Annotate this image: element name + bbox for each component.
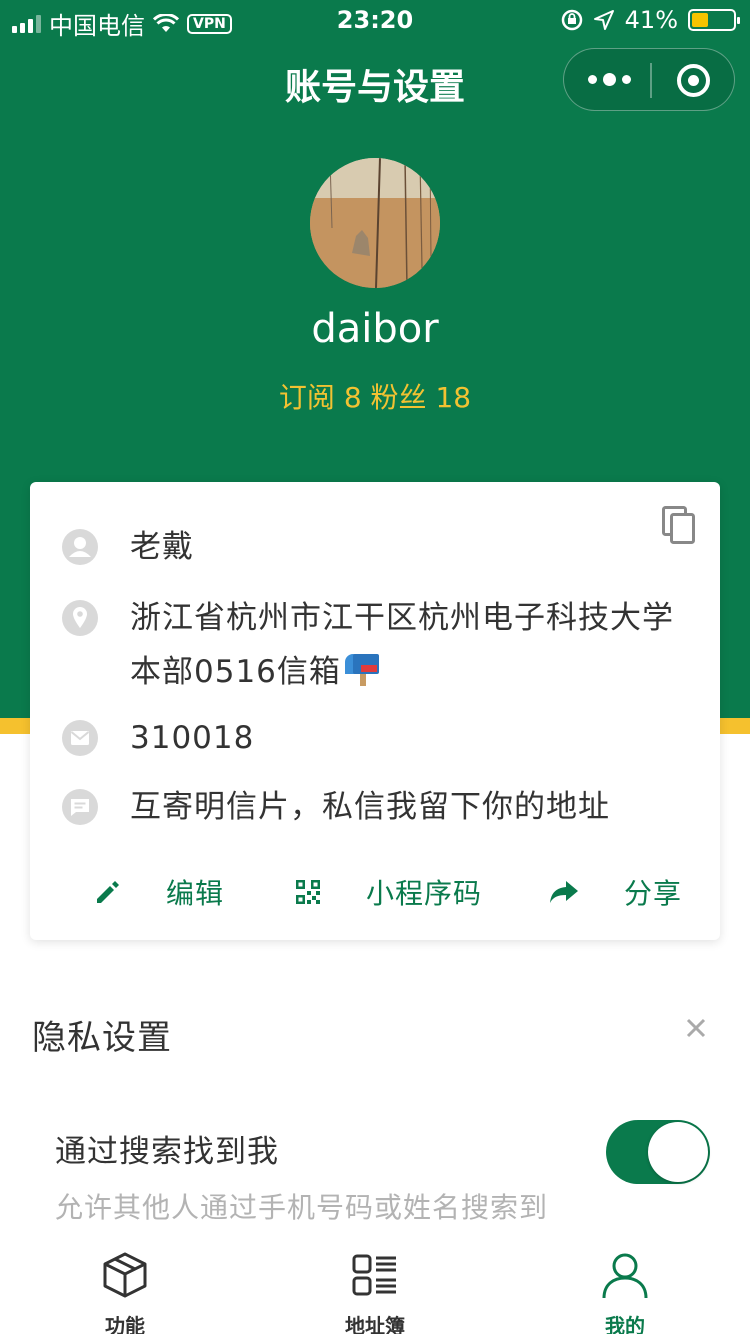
status-bar: 中国电信 VPN 23:20 41% <box>0 0 750 40</box>
address-value: 浙江省杭州市江干区杭州电子科技大学本部0516信箱 <box>130 600 674 690</box>
chat-icon <box>62 789 98 825</box>
username: daibor <box>311 306 439 352</box>
close-miniprogram-button[interactable] <box>677 64 710 97</box>
qrcode-label: 小程序码 <box>366 877 483 910</box>
close-icon[interactable] <box>682 1014 710 1042</box>
edit-button[interactable]: 编辑 <box>94 872 224 912</box>
mailbox-icon <box>343 649 381 686</box>
tab-address-book[interactable]: 地址簿 <box>250 1236 500 1334</box>
mail-icon <box>62 720 98 756</box>
tab-label-functions: 功能 <box>105 1314 145 1334</box>
edit-label: 编辑 <box>166 877 225 910</box>
tab-mine[interactable]: 我的 <box>500 1236 750 1334</box>
search-visibility-toggle[interactable] <box>606 1120 710 1184</box>
tab-bar: 功能 地址簿 我的 <box>0 1236 750 1334</box>
list-icon <box>352 1254 396 1296</box>
name-row: 老戴 <box>62 520 690 574</box>
cube-icon <box>103 1252 147 1298</box>
address-text: 浙江省杭州市江干区杭州电子科技大学本部0516信箱 <box>130 591 690 699</box>
battery-icon <box>688 9 740 31</box>
tab-label-mine: 我的 <box>605 1314 645 1334</box>
mini-program-capsule <box>563 48 735 111</box>
search-setting-description: 允许其他人通过手机号码或姓名搜索到我 <box>55 1191 549 1236</box>
card-actions: 编辑 小程序码 分享 <box>30 872 720 922</box>
location-pin-icon <box>62 600 98 636</box>
qrcode-icon <box>296 880 320 904</box>
battery-fill <box>692 13 709 27</box>
pencil-icon <box>97 881 119 903</box>
address-row: 浙江省杭州市江干区杭州电子科技大学本部0516信箱 <box>62 591 690 699</box>
more-button[interactable] <box>588 73 631 86</box>
person-icon <box>602 1253 648 1299</box>
share-arrow-icon <box>550 881 578 903</box>
toggle-knob <box>648 1122 708 1182</box>
location-arrow-icon <box>593 10 614 30</box>
tab-functions[interactable]: 功能 <box>0 1236 250 1334</box>
message-text: 互寄明信片，私信我留下你的地址 <box>130 789 610 825</box>
message-row: 互寄明信片，私信我留下你的地址 <box>62 780 690 834</box>
qrcode-button[interactable]: 小程序码 <box>294 872 482 912</box>
share-button[interactable]: 分享 <box>548 872 682 912</box>
avatar[interactable] <box>310 158 440 288</box>
postcode-row: 310018 <box>62 711 690 765</box>
share-label: 分享 <box>624 877 683 910</box>
postcode-text: 310018 <box>130 720 255 756</box>
person-icon <box>62 529 98 565</box>
privacy-section-title: 隐私设置 <box>32 1018 172 1058</box>
capsule-divider <box>650 63 652 98</box>
contact-name: 老戴 <box>130 529 194 565</box>
tab-label-address-book: 地址簿 <box>345 1314 405 1334</box>
rotation-lock-icon <box>561 9 582 31</box>
status-right: 41% <box>561 6 740 34</box>
address-card: 老戴 浙江省杭州市江干区杭州电子科技大学本部0516信箱 310018 互寄明信… <box>30 482 720 940</box>
search-setting-title: 通过搜索找到我 <box>55 1134 279 1170</box>
battery-percent: 41% <box>624 6 678 34</box>
follow-stats[interactable]: 订阅 8 粉丝 18 <box>0 376 750 416</box>
